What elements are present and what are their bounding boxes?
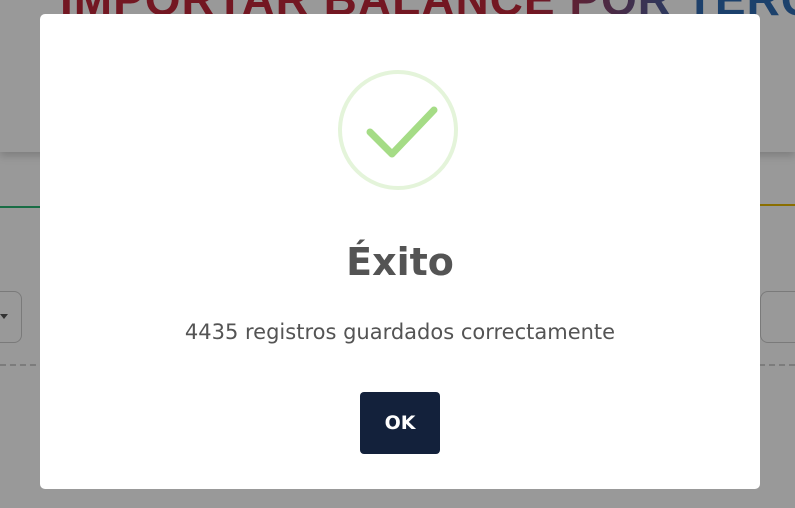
success-dialog: Éxito 4435 registros guardados correctam…: [40, 14, 760, 489]
dialog-message: 4435 registros guardados correctamente: [184, 320, 616, 344]
success-check-icon: [338, 70, 458, 190]
ok-button[interactable]: OK: [360, 392, 440, 454]
dialog-title: Éxito: [346, 240, 454, 284]
check-mark-icon: [366, 106, 438, 158]
app-stage: IMPORTAR BALANCE POR TERCERO os Éxito 44…: [0, 0, 795, 508]
